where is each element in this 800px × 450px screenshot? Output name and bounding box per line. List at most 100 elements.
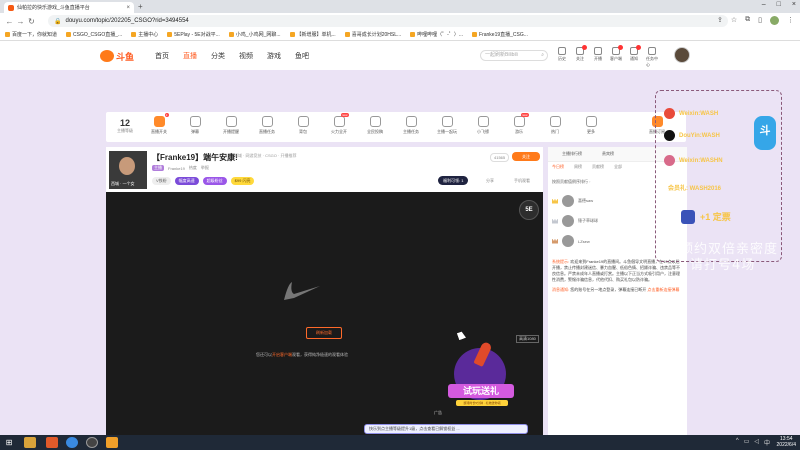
nav-yuba[interactable]: 鱼吧 [295,51,309,61]
search-input[interactable]: 一起刷新Bilibili ⌕ [480,50,548,61]
mobile-watch-button[interactable]: 手机观看 [514,178,530,184]
app-icon[interactable] [106,437,118,448]
action-item[interactable]: 背包 [288,116,318,135]
tab-today[interactable]: 今日榜 [552,164,564,170]
shine-badge[interactable]: $99 闪亮 [230,177,255,185]
anchor-rank-tab[interactable]: 主播排行榜 [562,151,582,157]
bookmark-item[interactable]: 主播中心 [131,31,158,38]
action-item[interactable]: 1 直播开关 [144,113,174,135]
rank-row[interactable]: 喜德saw [552,193,593,209]
browser-tab[interactable]: 仙帕拉的快乐游戏_斗鱼直播平台 × [4,2,134,13]
notice-message: 消息通知: 您的账号在另一地点登录，弹幕连接已断开 点击重新连接弹幕 [552,287,680,292]
chevron-up-icon[interactable]: ^ [736,438,739,447]
network-icon[interactable]: ▭ [744,438,750,447]
maximize-icon[interactable]: □ [777,1,781,8]
address-bar[interactable]: 🔒 douyu.com/topic/202205_CSGO?rid=349455… [48,15,728,27]
rank-row[interactable]: 锤子草球球 [552,213,598,229]
back-icon[interactable]: ← [4,17,15,26]
bookmark-item[interactable]: 小鸡_小鸡网_网聊... [228,31,281,38]
action-item[interactable]: 主播一起玩 [432,116,462,135]
minimize-icon[interactable]: – [762,1,766,8]
nav-home[interactable]: 首页 [155,51,169,61]
user-avatar[interactable] [674,47,690,63]
rank-row[interactable]: LZsew [552,233,590,249]
task-icon [261,116,273,127]
tab-contribution[interactable]: 贡献榜 [592,164,604,170]
super-fan-badge[interactable]: 超级粉丝 [202,177,227,185]
extensions-icon[interactable]: ⧉ [745,16,750,25]
refresh-button[interactable]: 刷新加载 [306,327,342,339]
reload-icon[interactable]: ↻ [26,17,37,26]
reconnect-link[interactable]: 点击重新连接弹幕 [647,287,679,292]
bookmark-item[interactable]: 【新增服】单机... [289,31,336,38]
action-item[interactable]: 直播任务 [252,116,282,135]
app-icon[interactable] [24,437,36,448]
action-item[interactable]: 热门 [540,116,570,135]
bookmark-icon [472,32,478,37]
new-tab-icon[interactable]: + [138,2,143,11]
action-item[interactable]: 主播任务 [396,116,426,135]
ime-icon[interactable]: 中 [764,438,770,447]
follow-button[interactable]: 关注 [574,45,587,68]
volume-icon[interactable]: ◁ [754,438,759,447]
bookmark-item[interactable]: 哔哩哔哩（゜-゜）... [410,31,463,38]
bookmark-item[interactable]: 5EPlay - 5E对战平... [167,31,220,38]
speed-badge[interactable]: 幅度高速 [174,177,199,185]
more-icon [585,116,597,127]
douyu-logo[interactable]: 斗鱼 [100,49,136,63]
action-item[interactable]: new 游乐 [504,113,534,135]
action-item[interactable]: new 火力全开 [324,113,354,135]
bookmark-item[interactable]: 喜哥成长计划20HSL... [344,31,401,38]
anchor-level[interactable]: 12 主播等级 [110,118,140,134]
history-icon [558,47,566,55]
windows-start-icon[interactable]: ⊞ [2,437,16,448]
action-item[interactable]: 小飞镖 [468,116,498,135]
nav-game[interactable]: 游戏 [267,51,281,61]
try-play-gift-promo[interactable]: 试玩送礼 游戏时长5分钟 · 礼物送你领 [442,340,522,412]
broadcast-button[interactable]: 开播 [592,47,604,68]
bookmark-item[interactable]: CSGO_CSGO直播_... [66,31,122,38]
gamepad-icon: new [513,113,529,127]
window-close-icon[interactable]: × [792,1,796,8]
profile-icon[interactable] [770,16,779,25]
close-tab-icon[interactable]: × [126,5,130,11]
star-icon[interactable]: ☆ [731,16,737,25]
video-player[interactable]: 5E 刷新加载 您还可以开启客户端观看，获得纯净极速的观看体验 高清1080 试… [106,192,543,435]
open-client-link[interactable]: 开启客户端 [272,352,292,357]
nav-category[interactable]: 分类 [211,51,225,61]
clock[interactable]: 13:54 2022/6/4 [777,436,796,448]
tab-week[interactable]: 周榜 [574,164,582,170]
forward-icon[interactable]: → [15,17,26,26]
action-item[interactable]: 全民投稿 [360,116,390,135]
bookmark-item[interactable]: Franke19直播_CSG... [472,31,528,38]
welfare-pill[interactable]: 福利可领: 1 [438,176,469,185]
streamer-name[interactable]: Franke19 [168,166,185,171]
history-button[interactable]: 历史 [556,47,568,68]
share-icon[interactable]: ⇪ [717,16,723,25]
action-item[interactable]: 更多 [576,116,606,135]
action-item[interactable]: 开播提醒 [216,116,246,135]
room-category[interactable]: 领域 · 网游竞技 · CSGO · 开播推荐 [234,153,296,159]
chrome-icon[interactable] [66,437,78,448]
report-link[interactable]: 举报 [201,165,209,171]
search-icon[interactable]: ⌕ [541,51,544,60]
share-button[interactable]: 分享 [486,178,494,184]
app-icon[interactable] [86,437,98,448]
app-icon[interactable] [46,437,58,448]
vip-rank-tab[interactable]: 贵宾榜 [602,151,614,157]
nav-video[interactable]: 视频 [239,51,253,61]
notice-button[interactable]: 通知 [628,45,641,68]
fan-badge[interactable]: V铁粉 [152,177,171,185]
nav-live[interactable]: 直播 [183,51,197,61]
ticket-plus: +1 定票 [700,212,731,222]
level-up-tip[interactable]: 快乐到点主播等级提升1级，点击查看已解锁权益 ... [364,424,528,434]
follow-button[interactable]: 关注 [512,152,540,161]
menu-icon[interactable]: ⋮ [787,16,794,25]
tab-all[interactable]: 全部 [614,164,622,170]
streamer-avatar[interactable]: 西城 · 一个女 [109,151,147,189]
client-button[interactable]: 客户端 [610,45,623,68]
bookmark-item[interactable]: 百度一下，你就知道 [5,31,57,38]
action-item[interactable]: 弹幕 [180,116,210,135]
task-button[interactable]: 任务中心 [646,47,658,68]
sidebar-icon[interactable]: ▯ [758,16,762,25]
